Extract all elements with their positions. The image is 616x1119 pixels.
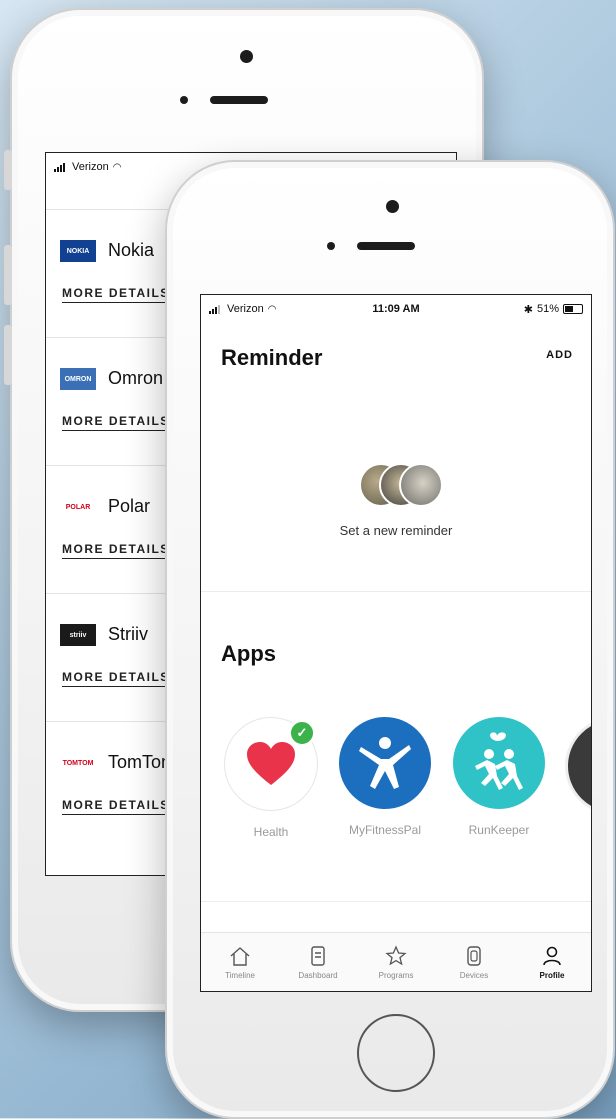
front-camera bbox=[240, 50, 253, 63]
more-details-link[interactable]: MORE DETAILS bbox=[62, 670, 170, 687]
app-label: RunKeeper bbox=[468, 823, 530, 837]
connected-check-icon: ✓ bbox=[289, 720, 315, 746]
device-logo: NOKIA bbox=[60, 240, 96, 262]
person-icon bbox=[543, 946, 561, 965]
sensor-dot bbox=[180, 96, 188, 104]
front-phone: Verizon ◠ 11:09 AM ✱ 51% Reminder ADD Se… bbox=[165, 160, 615, 1119]
app-icon-circle: ✓ bbox=[224, 717, 318, 811]
section-divider bbox=[201, 591, 591, 592]
star-icon bbox=[385, 944, 407, 965]
reminder-title: Reminder bbox=[221, 345, 323, 370]
front-phone-screen: Verizon ◠ 11:09 AM ✱ 51% Reminder ADD Se… bbox=[200, 294, 592, 992]
tab-profile[interactable]: Profile bbox=[513, 933, 591, 991]
app-partial[interactable] bbox=[565, 717, 591, 815]
tab-label: Devices bbox=[459, 970, 489, 980]
tab-label: Programs bbox=[378, 970, 414, 980]
device-logo: POLAR bbox=[60, 496, 96, 518]
apps-title: Apps bbox=[221, 641, 276, 666]
document-icon bbox=[311, 945, 325, 966]
home-button[interactable] bbox=[357, 1014, 435, 1092]
device-name: Striiv bbox=[108, 624, 148, 644]
app-runkeeper[interactable]: RunKeeper bbox=[451, 717, 547, 837]
app-myfitnesspal[interactable]: MyFitnessPal bbox=[337, 717, 433, 837]
section-divider bbox=[201, 901, 591, 902]
volume-down-button bbox=[4, 325, 12, 385]
app-label: Health bbox=[253, 825, 289, 839]
status-bar: Verizon ◠ 11:09 AM ✱ 51% bbox=[201, 295, 591, 323]
mute-switch bbox=[4, 150, 12, 190]
app-icon-circle bbox=[565, 717, 591, 815]
battery-icon bbox=[563, 304, 583, 314]
reminder-avatars[interactable] bbox=[359, 463, 443, 507]
tab-label: Profile bbox=[539, 970, 565, 980]
tab-timeline[interactable]: Timeline bbox=[201, 933, 279, 991]
person-leap-icon bbox=[359, 737, 411, 789]
status-right: ✱ 51% bbox=[524, 303, 583, 316]
app-health[interactable]: ✓ Health bbox=[223, 717, 319, 839]
more-details-link[interactable]: MORE DETAILS bbox=[62, 798, 170, 815]
device-name: Nokia bbox=[108, 240, 155, 260]
tab-label: Timeline bbox=[225, 970, 255, 980]
earpiece-speaker bbox=[210, 96, 268, 104]
tab-label: Dashboard bbox=[298, 970, 338, 980]
app-icon-circle bbox=[453, 717, 545, 809]
app-icon-circle bbox=[339, 717, 431, 809]
watch-icon bbox=[467, 945, 481, 966]
more-details-link[interactable]: MORE DETAILS bbox=[62, 414, 170, 431]
earpiece-speaker bbox=[357, 242, 415, 250]
heart-icon bbox=[247, 742, 295, 785]
carrier-indicator: Verizon ◠ bbox=[54, 161, 121, 173]
tab-bar: Timeline Dashboard Programs Devices Prof… bbox=[201, 932, 591, 991]
device-name: Omron bbox=[108, 368, 164, 388]
runners-icon bbox=[475, 732, 523, 790]
app-label: MyFitnessPal bbox=[348, 823, 422, 837]
home-icon bbox=[230, 946, 250, 966]
more-details-link[interactable]: MORE DETAILS bbox=[62, 542, 170, 559]
set-reminder-text[interactable]: Set a new reminder bbox=[201, 523, 591, 538]
wifi-icon: ◠ bbox=[112, 161, 122, 173]
device-logo: striiv bbox=[60, 624, 96, 646]
more-details-link[interactable]: MORE DETAILS bbox=[62, 286, 170, 303]
tab-dashboard[interactable]: Dashboard bbox=[279, 933, 357, 991]
avatar bbox=[399, 463, 443, 507]
front-camera bbox=[386, 200, 399, 213]
volume-up-button bbox=[4, 245, 12, 305]
device-logo: TOMTOM bbox=[60, 752, 96, 774]
tab-programs[interactable]: Programs bbox=[357, 933, 435, 991]
sensor-dot bbox=[327, 242, 335, 250]
carrier-name: Verizon bbox=[72, 161, 109, 173]
device-logo: OMRON bbox=[60, 368, 96, 390]
bluetooth-icon: ✱ bbox=[523, 303, 533, 316]
signal-icon bbox=[54, 162, 68, 172]
device-name: Polar bbox=[108, 496, 151, 516]
add-reminder-button[interactable]: ADD bbox=[546, 349, 573, 361]
tab-devices[interactable]: Devices bbox=[435, 933, 513, 991]
battery-percent: 51% bbox=[536, 303, 559, 315]
